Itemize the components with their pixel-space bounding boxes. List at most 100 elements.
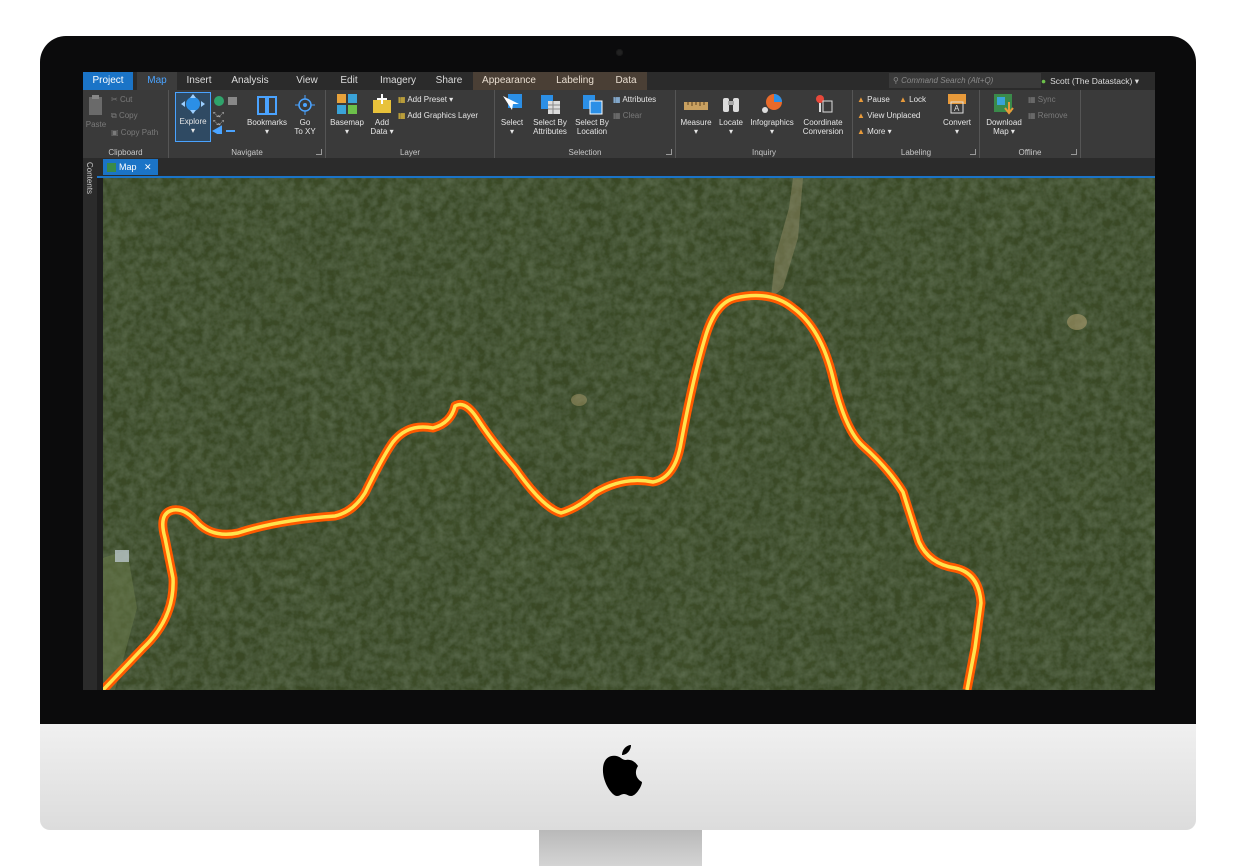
select-by-location-button[interactable]: Select By Location [573, 92, 611, 136]
tab-edit[interactable]: Edit [329, 72, 369, 90]
add-graphics-layer-button[interactable]: ▦ Add Graphics Layer [398, 110, 478, 122]
explore-button[interactable]: Explore ▾ [175, 92, 211, 142]
graphics-layer-icon: ▦ [398, 111, 406, 120]
chevron-down-icon: ▾ [1010, 127, 1015, 136]
inquiry-group-label: Inquiry [751, 148, 776, 157]
view-tab-bar: Map ✕ [97, 158, 1155, 178]
view-unplaced-button[interactable]: ▲ View Unplaced [857, 110, 920, 122]
selection-launcher-icon[interactable] [666, 149, 672, 155]
copy-icon: ⧉ [111, 111, 117, 120]
copy-button[interactable]: ⧉ Copy [111, 110, 138, 122]
binoculars-icon [723, 98, 739, 112]
command-search-input[interactable]: ⚲ Command Search (Alt+Q) [889, 73, 1041, 88]
coordinate-conversion-button[interactable]: Coordinate Conversion [798, 92, 848, 136]
tab-project[interactable]: Project [83, 72, 133, 90]
infographics-button[interactable]: Infographics ▾ [747, 92, 797, 136]
tab-appearance[interactable]: Appearance [473, 72, 545, 90]
bookmarks-icon [257, 96, 277, 115]
more-label-icon: ▲ [857, 127, 865, 136]
close-icon[interactable]: ✕ [144, 162, 152, 172]
user-name: Scott (The Datastack) [1050, 76, 1133, 86]
sync-button[interactable]: ▦ Sync [1028, 94, 1056, 106]
measure-button[interactable]: Measure ▾ [678, 92, 714, 136]
select-button[interactable]: Select ▾ [497, 92, 527, 136]
tab-data[interactable]: Data [605, 72, 647, 90]
tab-analysis[interactable]: Analysis [225, 72, 275, 90]
copy-path-button[interactable]: ▣ Copy Path [111, 127, 158, 139]
camera [616, 49, 623, 56]
pause-button[interactable]: ▲ Pause [857, 94, 890, 106]
chevron-down-icon: ▾ [389, 127, 394, 136]
remove-button[interactable]: ▦ Remove [1028, 110, 1068, 122]
tab-map[interactable]: Map [137, 72, 177, 90]
attributes-button[interactable]: ▦ Attributes [613, 94, 656, 106]
chevron-down-icon: ▾ [693, 127, 698, 136]
select-by-location-icon [583, 95, 603, 115]
paste-button[interactable]: Paste [85, 94, 107, 129]
attributes-table-icon: ▦ [613, 95, 621, 104]
clearing [571, 394, 587, 406]
clipboard-group-label: Clipboard [108, 148, 143, 157]
navigate-launcher-icon[interactable] [316, 149, 322, 155]
preset-icon: ▦ [398, 95, 406, 104]
select-by-attributes-button[interactable]: Select By Attributes [529, 92, 571, 136]
aerial-imagery [103, 178, 1155, 690]
command-search-placeholder: Command Search (Alt+Q) [901, 76, 994, 85]
app-window: Project Map Insert Analysis View Edit Im… [83, 72, 1155, 690]
navigate-tools-icon: ⤡⤢⤡⤢ [211, 96, 237, 134]
download-map-button[interactable]: Download Map ▾ [982, 92, 1026, 136]
map-view-tab[interactable]: Map ✕ [103, 159, 158, 175]
user-account[interactable]: ● Scott (The Datastack) ▾ [1041, 72, 1139, 90]
ruler-icon [684, 102, 708, 110]
svg-text:A: A [954, 104, 960, 113]
pause-label-icon: ▲ [857, 95, 865, 104]
chevron-down-icon: ▾ [509, 127, 514, 136]
crosshair-icon [295, 95, 315, 115]
contents-pane-tab[interactable]: Contents [83, 158, 97, 690]
map-icon [107, 163, 116, 173]
tab-view[interactable]: View [287, 72, 327, 90]
tab-labeling[interactable]: Labeling [545, 72, 605, 90]
sync-icon: ▦ [1028, 95, 1036, 104]
lock-button[interactable]: ▲ Lock [899, 94, 926, 106]
chevron-down-icon: ▾ [190, 126, 195, 135]
clear-selection-icon: ▦ [613, 111, 621, 120]
map-canvas[interactable] [103, 178, 1155, 690]
chevron-down-icon: ▾ [264, 127, 269, 136]
group-layer: Basemap ▾ Add Data ▾ ▦ Add Preset ▾ ▦ Ad… [326, 90, 495, 158]
ribbon-tab-bar: Project Map Insert Analysis View Edit Im… [83, 72, 1155, 90]
labeling-group-label: Labeling [900, 148, 932, 157]
remove-icon: ▦ [1028, 111, 1036, 120]
group-inquiry: Measure ▾ Locate ▾ Infographics ▾ Coordi… [676, 90, 853, 158]
chevron-down-icon: ▾ [769, 127, 774, 136]
lock-label-icon: ▲ [899, 95, 907, 104]
cut-button[interactable]: ✂ Cut [111, 94, 132, 106]
add-preset-button[interactable]: ▦ Add Preset ▾ [398, 94, 453, 106]
tab-share[interactable]: Share [427, 72, 471, 90]
basemap-button[interactable]: Basemap ▾ [328, 92, 366, 136]
bookmarks-button[interactable]: Bookmarks ▾ [245, 94, 289, 136]
convert-button[interactable]: A Convert ▾ [939, 92, 975, 136]
clearing [1067, 314, 1087, 330]
group-labeling: ▲ Pause ▲ Lock ▲ View Unplaced ▲ More ▾ … [853, 90, 980, 158]
paste-icon [89, 95, 102, 115]
tab-insert[interactable]: Insert [179, 72, 219, 90]
more-button[interactable]: ▲ More ▾ [857, 126, 892, 138]
monitor-stand [539, 830, 702, 866]
offline-launcher-icon[interactable] [1071, 149, 1077, 155]
contents-label: Contents [85, 162, 94, 195]
add-data-button[interactable]: Add Data ▾ [368, 92, 396, 136]
svg-text:⤡⤢: ⤡⤢ [213, 120, 225, 127]
select-cursor-icon [503, 94, 522, 110]
locate-button[interactable]: Locate ▾ [716, 92, 746, 136]
scissors-icon: ✂ [111, 95, 118, 104]
go-to-xy-button[interactable]: Go To XY [291, 94, 319, 136]
clear-button[interactable]: ▦ Clear [613, 110, 642, 122]
ribbon: Paste ✂ Cut ⧉ Copy ▣ Copy Path Clipboard… [83, 90, 1155, 158]
tab-imagery[interactable]: Imagery [373, 72, 423, 90]
group-navigate: Explore ▾ ⤡⤢ ⤡⤢ Bookmarks ▾ Go To XY Navi… [169, 90, 326, 158]
svg-text:⤡⤢: ⤡⤢ [213, 112, 225, 119]
map-view-tab-label: Map [119, 162, 137, 172]
labeling-launcher-icon[interactable] [970, 149, 976, 155]
chevron-down-icon: ▾ [449, 95, 454, 104]
